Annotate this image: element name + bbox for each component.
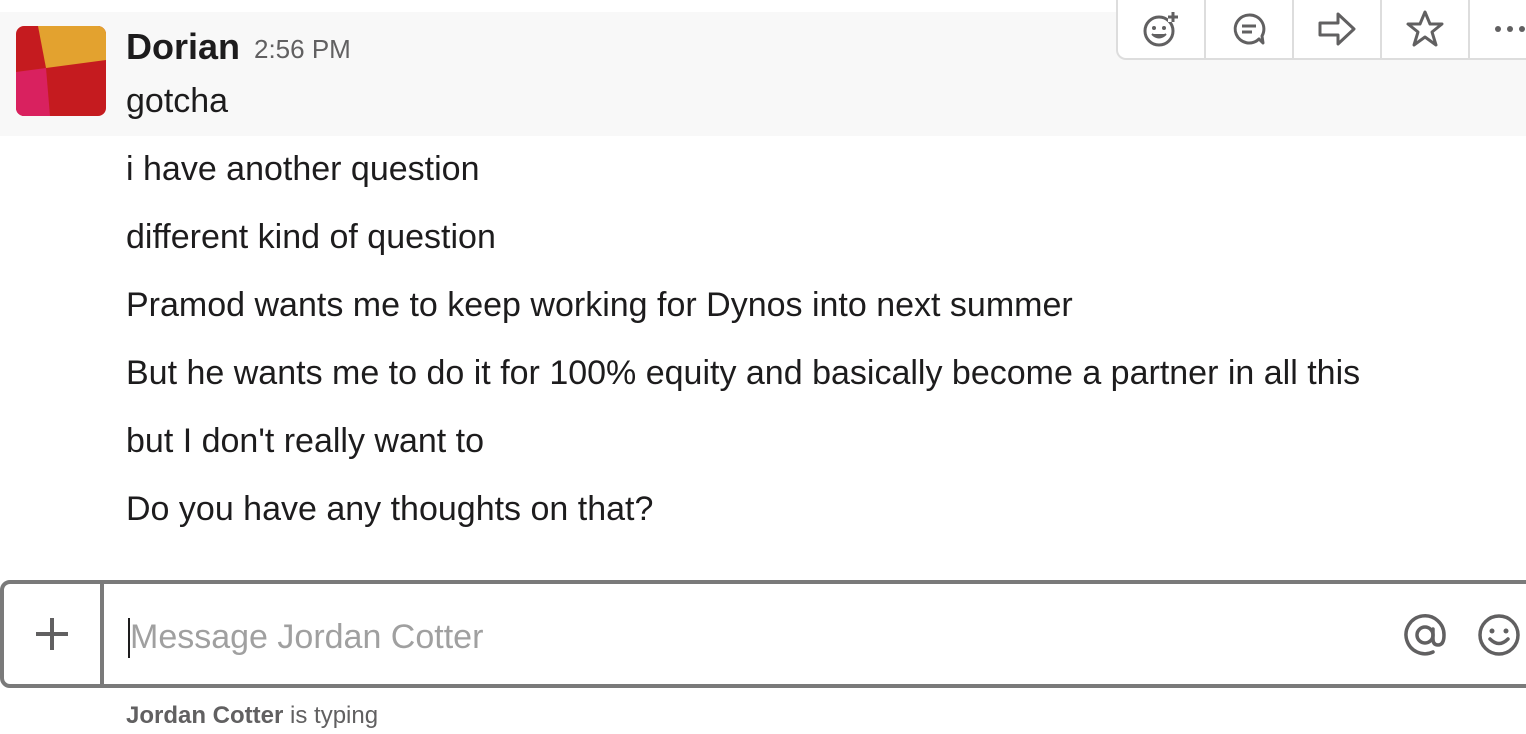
start-thread-button[interactable] [1206, 0, 1292, 58]
more-actions-icon [1495, 26, 1525, 32]
star-button[interactable] [1382, 0, 1468, 58]
plus-icon [36, 618, 68, 650]
message-input[interactable]: Message Jordan Cotter [130, 617, 483, 657]
attach-button[interactable] [4, 584, 104, 684]
message-line: i have another question [126, 150, 480, 188]
message-line: different kind of question [126, 218, 496, 256]
message-line: But he wants me to do it for 100% equity… [126, 354, 1361, 392]
more-actions-button[interactable] [1470, 0, 1526, 58]
star-icon [1406, 10, 1444, 47]
message-line: Pramod wants me to keep working for Dyno… [126, 286, 1073, 324]
add-reaction-icon [1143, 12, 1178, 47]
start-thread-icon [1233, 13, 1266, 45]
typing-indicator: Jordan Cotter is typing [126, 700, 378, 732]
message-timestamp[interactable]: 2:56 PM [254, 33, 351, 65]
share-message-button[interactable] [1294, 0, 1380, 58]
emoji-button[interactable] [1474, 610, 1524, 660]
add-reaction-button[interactable] [1118, 0, 1204, 58]
share-message-icon [1318, 12, 1356, 46]
message-author[interactable]: Dorian [126, 26, 240, 68]
avatar[interactable] [16, 26, 106, 116]
message-composer: Message Jordan Cotter [0, 580, 1526, 688]
typing-text: is typing [290, 702, 379, 729]
avatar-image [16, 26, 106, 116]
at-icon [1404, 614, 1446, 656]
message-line: but I don't really want to [126, 422, 485, 460]
emoji-icon [1478, 614, 1520, 656]
message-actions-toolbar [1116, 0, 1526, 60]
message-line: gotcha [126, 82, 229, 120]
message-line: Do you have any thoughts on that? [126, 490, 654, 528]
mention-button[interactable] [1400, 610, 1450, 660]
typing-user-name: Jordan Cotter [126, 702, 284, 729]
